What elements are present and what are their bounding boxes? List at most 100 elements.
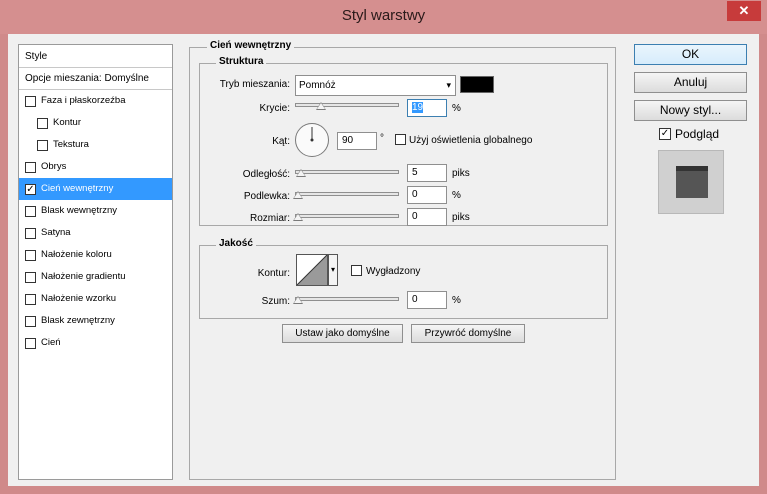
style-item-stroke[interactable]: Obrys <box>19 156 172 178</box>
noise-input[interactable]: 0 <box>407 291 447 309</box>
window-title: Styl warstwy <box>341 7 426 24</box>
contour-label: Kontur: <box>257 268 290 279</box>
anti-aliased-checkbox[interactable] <box>351 265 362 276</box>
section-title: Cień wewnętrzny <box>207 40 295 51</box>
opacity-unit: % <box>452 103 461 114</box>
structure-legend: Struktura <box>216 56 267 67</box>
noise-label: Szum: <box>261 296 290 307</box>
size-unit: piks <box>452 212 470 223</box>
inner-shadow-checkbox[interactable]: ✓ <box>25 184 36 195</box>
size-slider[interactable] <box>295 214 399 218</box>
size-label: Rozmiar: <box>249 213 290 224</box>
distance-input[interactable]: 5 <box>407 164 447 182</box>
noise-slider-thumb[interactable] <box>293 296 303 304</box>
style-item-label: Cień wewnętrzny <box>41 183 114 194</box>
style-item-label: Nałożenie wzorku <box>41 293 116 304</box>
style-item-gradient-overlay[interactable]: Nałożenie gradientu <box>19 266 172 288</box>
style-list-header[interactable]: Style <box>19 45 172 68</box>
contour-picker[interactable] <box>296 254 328 286</box>
distance-unit: piks <box>452 168 470 179</box>
style-list: Style Opcje mieszania: Domyślne Faza i p… <box>18 44 173 480</box>
style-item-label: Blask wewnętrzny <box>41 205 118 216</box>
style-item-contour[interactable]: Kontur <box>19 112 172 134</box>
style-item-color-overlay[interactable]: Nałożenie koloru <box>19 244 172 266</box>
drop-shadow-checkbox[interactable] <box>25 338 36 349</box>
angle-dial[interactable] <box>295 123 329 157</box>
size-value: 0 <box>412 211 418 222</box>
opacity-label: Krycie: <box>259 103 290 114</box>
choke-value: 0 <box>412 189 418 200</box>
noise-unit: % <box>452 295 461 306</box>
blend-mode-label: Tryb mieszania: <box>219 79 290 90</box>
quality-group <box>199 245 608 319</box>
make-default-button[interactable]: Ustaw jako domyślne <box>282 324 403 343</box>
distance-slider-thumb[interactable] <box>296 169 306 177</box>
angle-input[interactable]: 90 <box>337 132 377 150</box>
choke-label: Podlewka: <box>243 191 290 202</box>
anti-aliased-label: Wygładzony <box>366 266 421 277</box>
angle-value: 90 <box>342 135 354 146</box>
cancel-button[interactable]: Anuluj <box>634 72 747 93</box>
noise-value: 0 <box>412 294 418 305</box>
style-item-drop-shadow[interactable]: Cień <box>19 332 172 354</box>
texture-checkbox[interactable] <box>37 140 48 151</box>
style-item-outer-glow[interactable]: Blask zewnętrzny <box>19 310 172 332</box>
bevel-checkbox[interactable] <box>25 96 36 107</box>
style-item-inner-shadow[interactable]: ✓ Cień wewnętrzny <box>19 178 172 200</box>
noise-slider[interactable] <box>295 297 399 301</box>
distance-label: Odległość: <box>242 169 290 180</box>
contour-checkbox[interactable] <box>37 118 48 129</box>
preview-checkbox[interactable]: ✓ <box>659 128 671 140</box>
blending-options-item[interactable]: Opcje mieszania: Domyślne <box>19 68 172 90</box>
size-slider-thumb[interactable] <box>293 213 303 221</box>
style-item-satin[interactable]: Satyna <box>19 222 172 244</box>
opacity-slider[interactable] <box>295 103 399 107</box>
preview-label: Podgląd <box>675 127 720 141</box>
contour-dropdown-arrow-icon[interactable]: ▾ <box>328 254 338 286</box>
global-light-label: Użyj oświetlenia globalnego <box>409 135 533 146</box>
style-item-bevel[interactable]: Faza i płaskorzeźba <box>19 90 172 112</box>
shadow-color-swatch[interactable] <box>460 76 494 93</box>
opacity-slider-thumb[interactable] <box>316 102 326 110</box>
style-item-label: Faza i płaskorzeźba <box>41 95 126 106</box>
style-item-label: Nałożenie gradientu <box>41 271 126 282</box>
new-style-button[interactable]: Nowy styl... <box>634 100 747 121</box>
style-preview-thumbnail <box>658 150 724 214</box>
style-item-label: Tekstura <box>53 139 89 150</box>
satin-checkbox[interactable] <box>25 228 36 239</box>
close-button[interactable]: ✕ <box>727 1 761 21</box>
blend-mode-value: Pomnóż <box>299 80 336 91</box>
blend-mode-select[interactable]: Pomnóż ▾ <box>295 75 456 96</box>
style-item-label: Satyna <box>41 227 71 238</box>
style-item-texture[interactable]: Tekstura <box>19 134 172 156</box>
style-item-label: Obrys <box>41 161 67 172</box>
style-item-pattern-overlay[interactable]: Nałożenie wzorku <box>19 288 172 310</box>
outer-glow-checkbox[interactable] <box>25 316 36 327</box>
size-input[interactable]: 0 <box>407 208 447 226</box>
style-item-label: Nałożenie koloru <box>41 249 112 260</box>
stroke-checkbox[interactable] <box>25 162 36 173</box>
pattern-overlay-checkbox[interactable] <box>25 294 36 305</box>
global-light-checkbox[interactable] <box>395 134 406 145</box>
angle-unit: ° <box>380 133 384 144</box>
color-overlay-checkbox[interactable] <box>25 250 36 261</box>
ok-button[interactable]: OK <box>634 44 747 65</box>
opacity-value: 19 <box>412 102 424 113</box>
style-item-inner-glow[interactable]: Blask wewnętrzny <box>19 200 172 222</box>
style-item-label: Cień <box>41 337 61 348</box>
inner-glow-checkbox[interactable] <box>25 206 36 217</box>
gradient-overlay-checkbox[interactable] <box>25 272 36 283</box>
style-item-label: Blask zewnętrzny <box>41 315 115 326</box>
preview-swatch <box>676 166 708 198</box>
reset-default-button[interactable]: Przywróć domyślne <box>411 324 525 343</box>
choke-unit: % <box>452 190 461 201</box>
chevron-down-icon: ▾ <box>446 80 451 90</box>
distance-slider[interactable] <box>295 170 399 174</box>
choke-slider[interactable] <box>295 192 399 196</box>
opacity-input[interactable]: 19 <box>407 99 447 117</box>
distance-value: 5 <box>412 167 418 178</box>
choke-input[interactable]: 0 <box>407 186 447 204</box>
choke-slider-thumb[interactable] <box>293 191 303 199</box>
angle-needle-icon <box>310 127 314 142</box>
angle-label: Kąt: <box>272 136 290 147</box>
